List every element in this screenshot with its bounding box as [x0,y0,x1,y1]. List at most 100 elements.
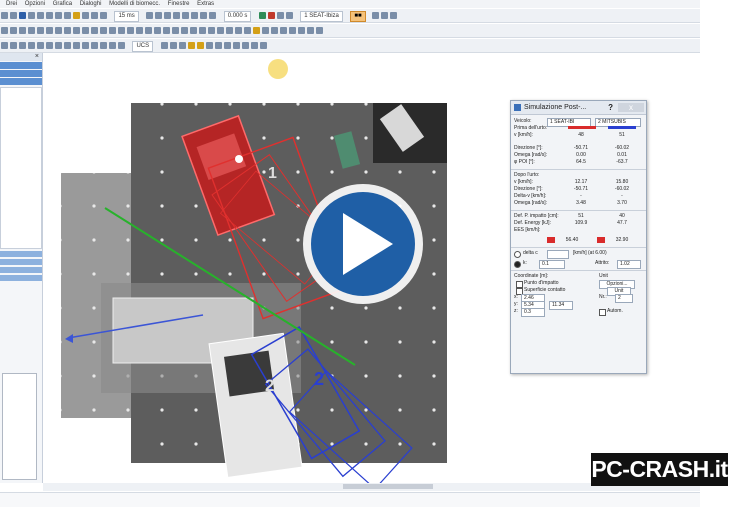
circle-icon[interactable] [37,27,44,34]
color-icon[interactable] [172,27,179,34]
polyline-icon[interactable] [19,27,26,34]
opt-q-icon[interactable] [178,42,186,49]
save-icon[interactable] [19,12,26,19]
zoom-in-icon[interactable] [37,12,44,19]
opt-c-icon[interactable] [19,42,26,49]
tool-c-icon[interactable] [390,12,398,19]
tool-a-icon[interactable] [372,12,380,19]
menu-item-dialogs[interactable]: Dialoghi [80,1,102,7]
measure-icon[interactable] [91,12,98,19]
opt-v-icon[interactable] [223,42,231,49]
panel-section-1[interactable] [0,251,42,257]
point-icon[interactable] [298,27,305,34]
menu-item-extras[interactable]: Extras [197,1,214,7]
arrow-icon[interactable] [91,27,98,34]
menu-item-options[interactable]: Opzioni [25,1,45,7]
opt-t-icon[interactable] [205,42,213,49]
highlighted-tool-button[interactable]: ■■ [350,11,366,22]
omega-before-2[interactable]: 0.01 [607,152,637,159]
copy-icon[interactable] [100,27,107,34]
omega-before-1[interactable]: 0.00 [566,152,596,159]
style-icon[interactable] [181,27,188,34]
z-input[interactable]: 0.3 [521,308,545,317]
move-icon[interactable] [109,27,116,34]
k-input[interactable]: 0.1 [539,260,565,269]
menu-item-graphics[interactable]: Grafica [53,1,72,7]
opt-a-icon[interactable] [1,42,8,49]
opt-e-icon[interactable] [37,42,44,49]
help-button[interactable]: ? [608,101,613,114]
render-icon[interactable] [280,27,287,34]
opt-l-icon[interactable] [100,42,107,49]
step-back-icon[interactable] [155,12,163,19]
opt-j-icon[interactable] [82,42,89,49]
delta-c-input[interactable] [547,250,569,259]
opt-d-icon[interactable] [28,42,35,49]
opt-n-icon[interactable] [118,42,125,49]
v-before-1[interactable]: 48 [566,132,596,139]
opt-z-icon[interactable] [259,42,267,49]
time-field[interactable]: 0.000 s [223,11,252,22]
panel-section-2[interactable] [0,259,42,265]
stop-icon[interactable] [173,12,181,19]
fast-forward-icon[interactable] [200,12,208,19]
text-icon[interactable] [100,12,107,19]
step-select[interactable]: 15 ms [114,11,139,22]
curve-icon[interactable] [307,27,314,34]
step-forward-icon[interactable] [191,12,199,19]
k-radio[interactable] [514,261,521,268]
zoom-window-icon[interactable] [55,12,62,19]
opt-i-icon[interactable] [73,42,80,49]
line-icon[interactable] [10,27,17,34]
sequence-icon[interactable] [276,12,284,19]
trim-icon[interactable] [145,27,152,34]
opt-y-icon[interactable] [250,42,258,49]
ortho-icon[interactable] [217,27,224,34]
tool-b-icon[interactable] [381,12,389,19]
close-button[interactable]: x [618,103,644,112]
rect-icon[interactable] [28,27,35,34]
image-icon[interactable] [199,27,206,34]
friction-input[interactable]: 1.02 [617,260,641,269]
panel-tab-2[interactable] [0,70,42,77]
opt-s-icon[interactable] [196,42,204,49]
road-icon[interactable] [316,27,323,34]
light-icon[interactable] [253,27,260,34]
scale-icon[interactable] [136,27,143,34]
dim-icon[interactable] [82,27,89,34]
opt-g-icon[interactable] [55,42,62,49]
panel-tab-3[interactable] [0,78,42,85]
vehicle-icon[interactable] [73,12,80,19]
print-icon[interactable] [28,12,35,19]
opt-x-icon[interactable] [241,42,249,49]
sim-icon[interactable] [258,12,266,19]
pan2-icon[interactable] [244,27,251,34]
hatch-icon[interactable] [73,27,80,34]
opt-o-icon[interactable] [160,42,168,49]
layer-icon[interactable] [163,27,170,34]
opt-m-icon[interactable] [109,42,116,49]
v-before-2[interactable]: 51 [607,132,637,139]
panel-tab-1[interactable] [0,62,42,69]
pan-icon[interactable] [64,12,71,19]
panel-section-3[interactable] [0,267,42,273]
vehicle-select[interactable]: 1 SEAT-Ibiza [300,11,343,22]
menu-item-windows[interactable]: Finestre [168,1,190,7]
open-file-icon[interactable] [10,12,17,19]
select-icon[interactable] [1,27,8,34]
opt-f-icon[interactable] [46,42,53,49]
block-icon[interactable] [190,27,197,34]
ucs-select[interactable]: UCS [132,41,154,52]
phi-1[interactable]: 64.5 [566,159,596,166]
opt-h-icon[interactable] [64,42,71,49]
panel-section-4[interactable] [0,275,42,281]
end-icon[interactable] [209,12,217,19]
snap-icon[interactable] [208,27,215,34]
menu-item-biomech[interactable]: Modelli di biomecc. [109,1,160,7]
opt-w-icon[interactable] [232,42,240,49]
close-icon[interactable]: × [35,53,39,61]
view-icon[interactable] [271,27,278,34]
play-back-icon[interactable] [164,12,172,19]
opt-p-icon[interactable] [169,42,177,49]
phi-2[interactable]: -63.7 [607,159,637,166]
